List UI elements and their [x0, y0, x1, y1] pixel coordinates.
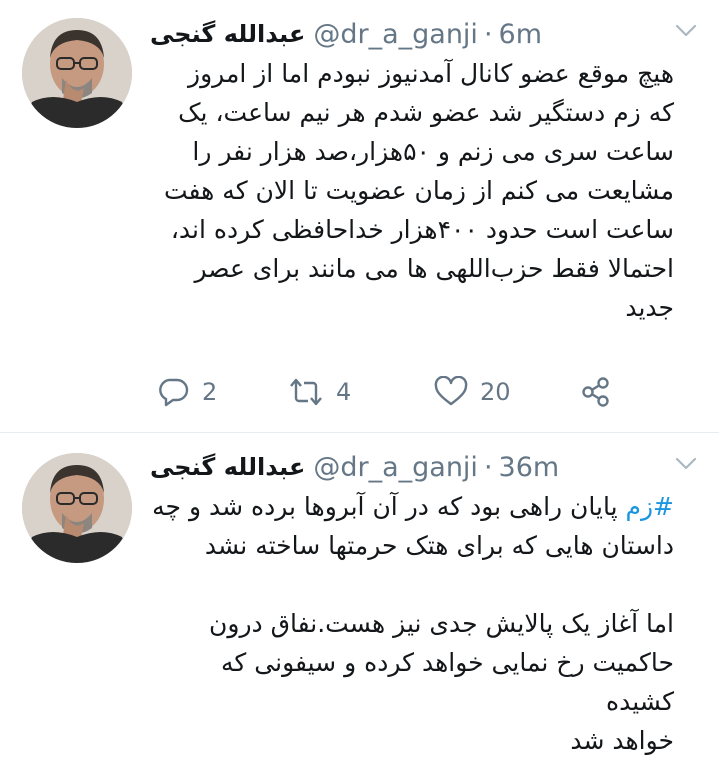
tweet-line: #زم پایان راهی بود که در آن آبروها برده … — [150, 487, 674, 526]
avatar[interactable] — [22, 18, 132, 128]
tweet-text: #زم پایان راهی بود که در آن آبروها برده … — [150, 487, 674, 760]
reply-icon — [159, 378, 189, 407]
tweet-header: عبدالله گنجی @dr_a_ganji · 36m — [150, 447, 674, 487]
tweet-line: خواهد شد — [570, 726, 674, 755]
retweet-button[interactable]: 4 — [288, 367, 351, 417]
tweet-line: مشایعت می کنم از زمان عضویت تا الان که ه… — [163, 176, 674, 205]
tweet-line: جدید — [625, 293, 674, 322]
retweet-icon — [290, 378, 322, 406]
tweet-line: هیچ موقع عضو کانال آمدنیوز نبودم اما از … — [188, 59, 674, 88]
separator-dot: · — [483, 451, 493, 483]
tweet-line: که زم دستگیر شد عضو شدم هر نیم ساعت، یک — [178, 98, 674, 127]
avatar[interactable] — [22, 453, 132, 563]
tweet-line: ساعت سری می زنم و ۵۰هزار،صد هزار نفر را — [192, 137, 674, 166]
reply-count: 2 — [202, 378, 218, 406]
retweet-count: 4 — [336, 378, 352, 406]
hashtag-link[interactable]: #زم — [626, 492, 675, 521]
author-name[interactable]: عبدالله گنجی — [150, 453, 305, 481]
tweet-line-text: پایان راهی بود که در آن آبروها برده شد و… — [152, 492, 626, 521]
share-button[interactable] — [580, 367, 612, 417]
tweet-line: حاکمیت رخ نمایی خواهد کرده و سیفونی که ک… — [221, 648, 674, 716]
tweet-line: اما آغاز یک پالایش جدی نیز هست.نفاق درون — [209, 609, 674, 638]
like-button[interactable]: 20 — [434, 367, 511, 417]
tweet-time[interactable]: 36m — [499, 452, 560, 483]
author-handle[interactable]: @dr_a_ganji — [313, 452, 478, 483]
tweet-line: داستان هایی که برای هتک حرمتها ساخته نشد — [204, 531, 674, 560]
chevron-down-icon[interactable] — [675, 457, 697, 471]
tweet-time[interactable]: 6m — [499, 19, 542, 50]
author-handle[interactable]: @dr_a_ganji — [313, 19, 478, 50]
tweet-header: عبدالله گنجی @dr_a_ganji · 6m — [150, 14, 674, 54]
like-count: 20 — [480, 378, 511, 406]
tweet-actions: 2 4 20 — [150, 367, 670, 417]
tweet[interactable]: عبدالله گنجی @dr_a_ganji · 6m هیچ موقع ع… — [0, 0, 719, 433]
reply-button[interactable]: 2 — [158, 367, 217, 417]
tweet[interactable]: عبدالله گنجی @dr_a_ganji · 36m #زم پایان… — [0, 433, 719, 772]
author-name[interactable]: عبدالله گنجی — [150, 20, 305, 48]
share-icon — [582, 377, 609, 407]
tweet-blank-line — [150, 565, 674, 604]
like-icon — [434, 376, 468, 406]
tweet-line: احتمالا فقط حزب‌اللهی ها می مانند برای ع… — [194, 254, 674, 283]
separator-dot: · — [483, 18, 493, 50]
tweet-line: ساعت است حدود ۴۰۰هزار خداحافظی کرده اند، — [170, 215, 674, 244]
chevron-down-icon[interactable] — [675, 24, 697, 38]
avatar-image — [22, 18, 132, 128]
avatar-image — [22, 453, 132, 563]
tweet-text: هیچ موقع عضو کانال آمدنیوز نبودم اما از … — [150, 54, 674, 327]
